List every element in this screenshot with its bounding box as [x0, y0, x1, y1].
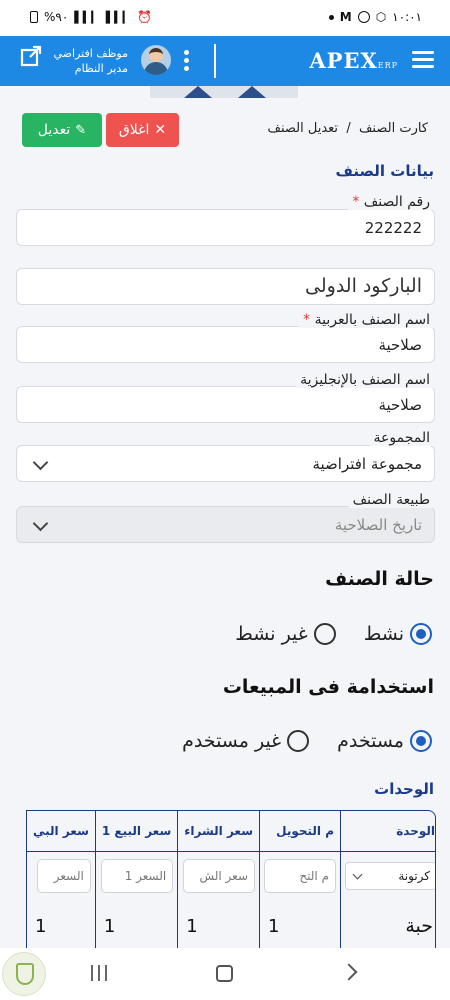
signal-icon: ▌▍▎ — [74, 10, 100, 24]
name-ar-label: اسم الصنف بالعربية * — [299, 312, 434, 328]
status-active-label: نشط — [363, 623, 404, 645]
conversion-cell: 1 — [259, 901, 341, 948]
recents-icon[interactable] — [91, 965, 107, 981]
main-content: تعديل ✎ اغلاق ✕ كارت الصنف / تعديل الصنف… — [0, 98, 450, 948]
radio-selected-icon[interactable] — [410, 623, 432, 645]
back-icon[interactable] — [340, 963, 358, 981]
status-inactive-label: غير نشط — [235, 623, 308, 645]
clock-time: ١٠:٠١ — [392, 10, 422, 24]
item-number-field[interactable]: 222222 — [16, 209, 435, 246]
hamburger-menu-icon[interactable] — [412, 51, 434, 69]
breadcrumb: كارت الصنف / تعديل الصنف — [268, 121, 429, 136]
breadcrumb-current: تعديل الصنف — [267, 121, 339, 136]
chevron-down-icon — [352, 869, 363, 880]
header-banner-decoration — [150, 86, 298, 98]
sale-price-2-cell: 1 — [26, 901, 96, 948]
units-title: الوحدات — [374, 780, 434, 798]
alarm-icon: ⏰ — [137, 10, 153, 24]
name-en-value: صلاحية — [378, 396, 422, 414]
user-name: موظف افتراضي — [53, 47, 128, 60]
item-number-label: رقم الصنف * — [348, 194, 434, 210]
group-select[interactable]: مجموعة افتراضية — [16, 445, 435, 482]
user-info: موظف افتراضي مدير النظام — [46, 46, 128, 76]
status-bar: %٩٠ ▌▍▎ ▌▍▎ ⏰ M ⬡ ١٠:٠١ — [0, 0, 450, 36]
col-sale-price-1: سعر البيع 1 — [94, 811, 178, 852]
app-header: APEXERP موظف افتراضي مدير النظام — [0, 36, 450, 86]
barcode-field[interactable]: الباركود الدولى — [16, 268, 435, 305]
sync-icon: ⬡ — [375, 10, 387, 24]
gmail-icon: M — [339, 10, 352, 24]
chevron-down-icon — [32, 515, 49, 532]
group-value: مجموعة افتراضية — [312, 455, 422, 473]
item-type-value: تاريخ الصلاحية — [334, 516, 422, 534]
breadcrumb-parent[interactable]: كارت الصنف — [359, 121, 428, 136]
close-button[interactable]: اغلاق ✕ — [106, 113, 179, 147]
edit-button[interactable]: تعديل ✎ — [22, 113, 102, 147]
col-conversion: م التحويل — [259, 811, 341, 852]
item-status-title: حالة الصنف — [325, 568, 434, 590]
name-ar-field[interactable]: صلاحية — [16, 326, 435, 363]
sales-used-label: مستخدم — [337, 730, 404, 752]
watermark-logo — [2, 952, 46, 996]
item-type-select: تاريخ الصلاحية — [16, 506, 435, 543]
name-en-field[interactable]: صلاحية — [16, 386, 435, 423]
sales-used-option[interactable]: مستخدم — [337, 730, 432, 752]
units-table-scroll[interactable]: الوحدة م التحويل سعر الشراء سعر البيع 1 … — [26, 810, 436, 948]
status-active-option[interactable]: نشط — [364, 623, 432, 645]
sales-usage-radio-group: مستخدم غير مستخدم — [182, 730, 432, 752]
unit-select[interactable]: كرتونة — [345, 862, 435, 891]
sale-price-2-input[interactable]: السعر — [36, 859, 91, 894]
apex-logo: APEXERP — [309, 48, 398, 73]
col-unit: الوحدة — [340, 811, 435, 852]
status-inactive-option[interactable]: غير نشط — [235, 623, 336, 645]
unit-name-cell: حبة — [340, 901, 435, 948]
purchase-price-cell: 1 — [177, 901, 260, 948]
col-sale-price-2: سعر البي — [26, 811, 96, 852]
user-role: مدير النظام — [74, 62, 128, 75]
radio-selected-icon[interactable] — [410, 730, 432, 752]
radio-unselected-icon[interactable] — [313, 623, 336, 645]
home-icon[interactable] — [216, 965, 233, 982]
name-ar-value: صلاحية — [378, 336, 422, 354]
header-divider — [214, 44, 216, 78]
sales-usage-title: استخدامة فى المبيعات — [222, 676, 434, 698]
sales-unused-option[interactable]: غير مستخدم — [182, 730, 310, 752]
notification-dot — [328, 14, 334, 20]
purchase-price-input[interactable]: سعر الش — [183, 859, 256, 894]
item-data-title: بيانات الصنف — [335, 162, 435, 180]
barcode-placeholder: الباركود الدولى — [305, 275, 422, 297]
conversion-input[interactable]: م التح — [264, 859, 337, 894]
item-type-label: طبيعة الصنف — [348, 492, 434, 508]
user-avatar[interactable] — [141, 45, 171, 75]
app-icon — [357, 11, 370, 23]
more-options-icon[interactable] — [184, 50, 190, 74]
pencil-icon: ✎ — [75, 122, 87, 138]
sale-price-1-cell: 1 — [94, 901, 178, 948]
group-label: المجموعة — [369, 430, 434, 446]
table-row: حبة 1 1 1 1 — [26, 901, 435, 948]
close-icon: ✕ — [154, 122, 167, 138]
units-table: الوحدة م التحويل سعر الشراء سعر البيع 1 … — [26, 811, 435, 948]
chevron-down-icon — [32, 454, 49, 471]
signal-icon-2: ▌▍▎ — [105, 10, 132, 24]
item-status-radio-group: نشط غير نشط — [235, 623, 432, 645]
unit-select-value: كرتونة — [398, 869, 431, 884]
table-row: كرتونة م التح سعر الش السعر 1 السعر — [26, 851, 435, 901]
sale-price-1-input[interactable]: السعر 1 — [101, 859, 174, 894]
radio-unselected-icon[interactable] — [287, 730, 310, 752]
col-purchase-price: سعر الشراء — [177, 811, 260, 852]
battery-percent: %٩٠ — [44, 10, 69, 24]
close-label: اغلاق — [118, 122, 150, 138]
android-nav-bar — [0, 948, 450, 1000]
sales-unused-label: غير مستخدم — [182, 730, 282, 752]
edit-label: تعديل — [37, 122, 71, 138]
item-number-value: 222222 — [364, 219, 422, 237]
logout-icon[interactable] — [20, 45, 42, 67]
name-en-label: اسم الصنف بالإنجليزية — [296, 372, 434, 388]
breadcrumb-separator: / — [346, 121, 351, 136]
battery-icon — [30, 11, 38, 23]
